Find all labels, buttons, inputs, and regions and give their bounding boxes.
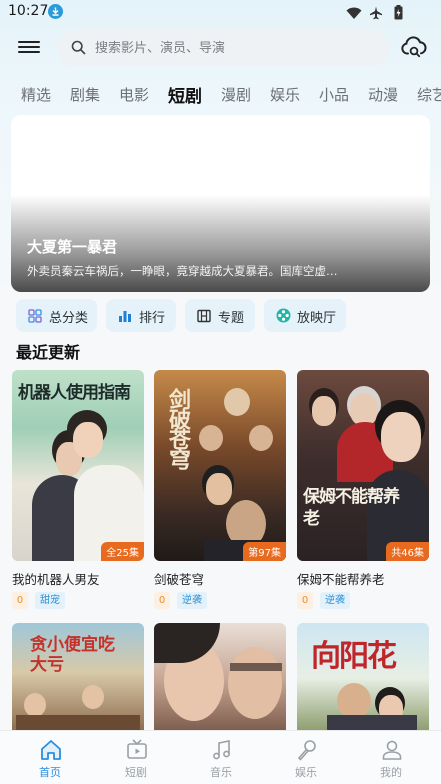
episode-badge: 第97集 (243, 542, 286, 561)
drama-poster: 机器人使用指南 全25集 (12, 370, 144, 561)
nav-profile[interactable]: 我的 (347, 731, 435, 784)
tab-skits[interactable]: 小品 (319, 84, 349, 105)
drama-card[interactable]: 保姆不能帮养老 共46集 保姆不能帮养老 0 逆袭 (297, 370, 429, 610)
genre-tag: 甜宠 (35, 592, 65, 609)
tab-movies[interactable]: 电影 (119, 84, 149, 105)
poster-title-text: 贪小便宜吃大亏 (30, 635, 115, 675)
drama-poster[interactable]: 向阳花 (297, 623, 429, 733)
download-icon (48, 4, 63, 19)
episode-badge: 共46集 (386, 542, 429, 561)
nav-entertainment-label: 娱乐 (295, 766, 317, 779)
tab-anime[interactable]: 动漫 (368, 84, 398, 105)
poster-title-text: 机器人使用指南 (18, 383, 131, 403)
menu-button[interactable] (18, 38, 40, 56)
battery-icon (394, 5, 403, 24)
cloud-sync-icon[interactable] (401, 35, 427, 63)
microphone-icon (295, 738, 319, 766)
film-reel-icon (276, 308, 291, 327)
status-bar: 10:27 (0, 0, 441, 26)
nav-home[interactable]: 首页 (6, 731, 94, 784)
banner-title: 大夏第一暴君 (27, 238, 118, 256)
topics-label: 专题 (218, 311, 245, 326)
tab-series[interactable]: 剧集 (70, 84, 100, 105)
bottom-nav: 首页 短剧 音乐 娱乐 我的 (0, 730, 441, 784)
topics-button[interactable]: 专题 (185, 299, 255, 332)
banner-description: 外卖员秦云车祸后，一睁眼，竟穿越成大夏暴君。国库空虚… (27, 264, 338, 278)
profile-icon (380, 738, 404, 766)
tab-short-drama[interactable]: 短剧 (168, 82, 202, 107)
tab-variety[interactable]: 综艺 (417, 84, 441, 105)
featured-banner[interactable]: 大夏第一暴君 外卖员秦云车祸后，一睁眼，竟穿越成大夏暴君。国库空虚… (11, 115, 430, 292)
drama-poster: 剑破苍穹 第97集 (154, 370, 286, 561)
drama-poster[interactable] (154, 623, 286, 733)
drama-title: 我的机器人男友 (12, 572, 100, 587)
drama-card[interactable]: 机器人使用指南 全25集 我的机器人男友 0 甜宠 (12, 370, 144, 610)
section-title: 最近更新 (16, 343, 81, 362)
tab-comic-drama[interactable]: 漫剧 (221, 84, 251, 105)
home-icon (39, 738, 63, 766)
grid-icon (28, 308, 42, 327)
category-tabs: 精选 剧集 电影 短剧 漫剧 娱乐 小品 动漫 综艺 (0, 80, 441, 108)
view-count-tag: 0 (154, 592, 170, 609)
nav-short-drama[interactable]: 短剧 (92, 731, 180, 784)
music-icon (210, 738, 234, 766)
drama-card[interactable]: 剑破苍穹 第97集 剑破苍穹 0 逆袭 (154, 370, 286, 610)
drama-title: 剑破苍穹 (154, 572, 205, 587)
genre-tag: 逆袭 (177, 592, 207, 609)
all-categories-label: 总分类 (49, 311, 89, 326)
search-box[interactable] (57, 30, 389, 66)
bar-chart-icon (118, 308, 132, 327)
drama-poster[interactable]: 贪小便宜吃大亏 (12, 623, 144, 733)
status-time: 10:27 (8, 3, 49, 19)
episode-badge: 全25集 (101, 542, 144, 561)
nav-home-label: 首页 (39, 766, 61, 779)
drama-title: 保姆不能帮养老 (297, 572, 385, 587)
genre-tag: 逆袭 (320, 592, 350, 609)
search-input[interactable] (95, 30, 375, 66)
view-count-tag: 0 (297, 592, 313, 609)
nav-profile-label: 我的 (380, 766, 402, 779)
drama-poster: 保姆不能帮养老 共46集 (297, 370, 429, 561)
ranking-button[interactable]: 排行 (106, 299, 176, 332)
ranking-label: 排行 (139, 311, 166, 326)
tab-entertainment[interactable]: 娱乐 (270, 84, 300, 105)
nav-music-label: 音乐 (210, 766, 232, 779)
wifi-icon (346, 5, 362, 24)
nav-music[interactable]: 音乐 (177, 731, 265, 784)
topic-icon (197, 308, 211, 327)
poster-title-text: 剑破苍穹 (165, 388, 191, 468)
airplane-mode-icon (369, 5, 383, 24)
nav-short-drama-label: 短剧 (125, 766, 147, 779)
tab-featured[interactable]: 精选 (21, 84, 51, 105)
short-drama-icon (125, 738, 149, 766)
poster-title-text: 向阳花 (311, 639, 397, 674)
view-count-tag: 0 (12, 592, 28, 609)
search-icon (71, 40, 86, 59)
nav-entertainment[interactable]: 娱乐 (262, 731, 350, 784)
poster-title-text: 保姆不能帮养老 (303, 487, 400, 529)
screening-hall-label: 放映厅 (297, 311, 337, 326)
all-categories-button[interactable]: 总分类 (16, 299, 97, 332)
screening-hall-button[interactable]: 放映厅 (264, 299, 346, 332)
